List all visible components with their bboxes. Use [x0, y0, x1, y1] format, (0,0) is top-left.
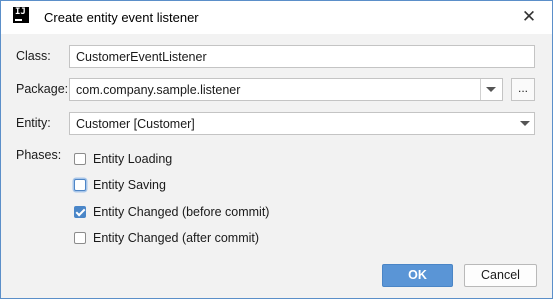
- create-entity-listener-dialog: IJ Create entity event listener ✕ Class:…: [0, 0, 553, 299]
- cancel-button[interactable]: Cancel: [464, 264, 537, 287]
- class-field[interactable]: [69, 45, 535, 68]
- checkbox[interactable]: [74, 232, 86, 244]
- chevron-down-icon[interactable]: [520, 121, 530, 126]
- checkbox-label: Entity Changed (after commit): [93, 231, 260, 245]
- phase-entity-changed-after-commit[interactable]: Entity Changed (after commit): [74, 229, 259, 247]
- checkbox-label: Entity Saving: [93, 178, 166, 192]
- checkbox-label: Entity Loading: [93, 152, 173, 166]
- checkbox-checked[interactable]: [74, 206, 86, 218]
- chevron-down-icon[interactable]: [486, 87, 496, 92]
- browse-package-button[interactable]: ...: [511, 78, 535, 101]
- title-bar: IJ Create entity event listener ✕: [1, 1, 552, 34]
- phases-label: Phases:: [16, 148, 62, 162]
- entity-value: Customer [Customer]: [76, 117, 195, 131]
- class-label: Class:: [16, 49, 51, 63]
- intellij-idea-icon: IJ: [13, 7, 29, 23]
- package-value: com.company.sample.listener: [76, 83, 241, 97]
- entity-combo[interactable]: Customer [Customer]: [69, 112, 535, 135]
- package-combo[interactable]: com.company.sample.listener: [69, 78, 503, 101]
- close-icon: ✕: [521, 7, 537, 26]
- entity-label: Entity:: [16, 116, 51, 130]
- window-title: Create entity event listener: [44, 10, 199, 25]
- phase-entity-loading[interactable]: Entity Loading: [74, 150, 172, 168]
- ok-button[interactable]: OK: [382, 264, 453, 287]
- checkbox[interactable]: [74, 153, 86, 165]
- phase-entity-changed-before-commit[interactable]: Entity Changed (before commit): [74, 203, 269, 221]
- package-label: Package:: [16, 82, 69, 96]
- phase-entity-saving[interactable]: Entity Saving: [74, 176, 166, 194]
- checkbox-label: Entity Changed (before commit): [93, 205, 270, 219]
- combo-separator: [480, 79, 481, 100]
- checkbox[interactable]: [74, 179, 86, 191]
- close-button[interactable]: ✕: [514, 3, 544, 31]
- class-input[interactable]: [70, 46, 534, 67]
